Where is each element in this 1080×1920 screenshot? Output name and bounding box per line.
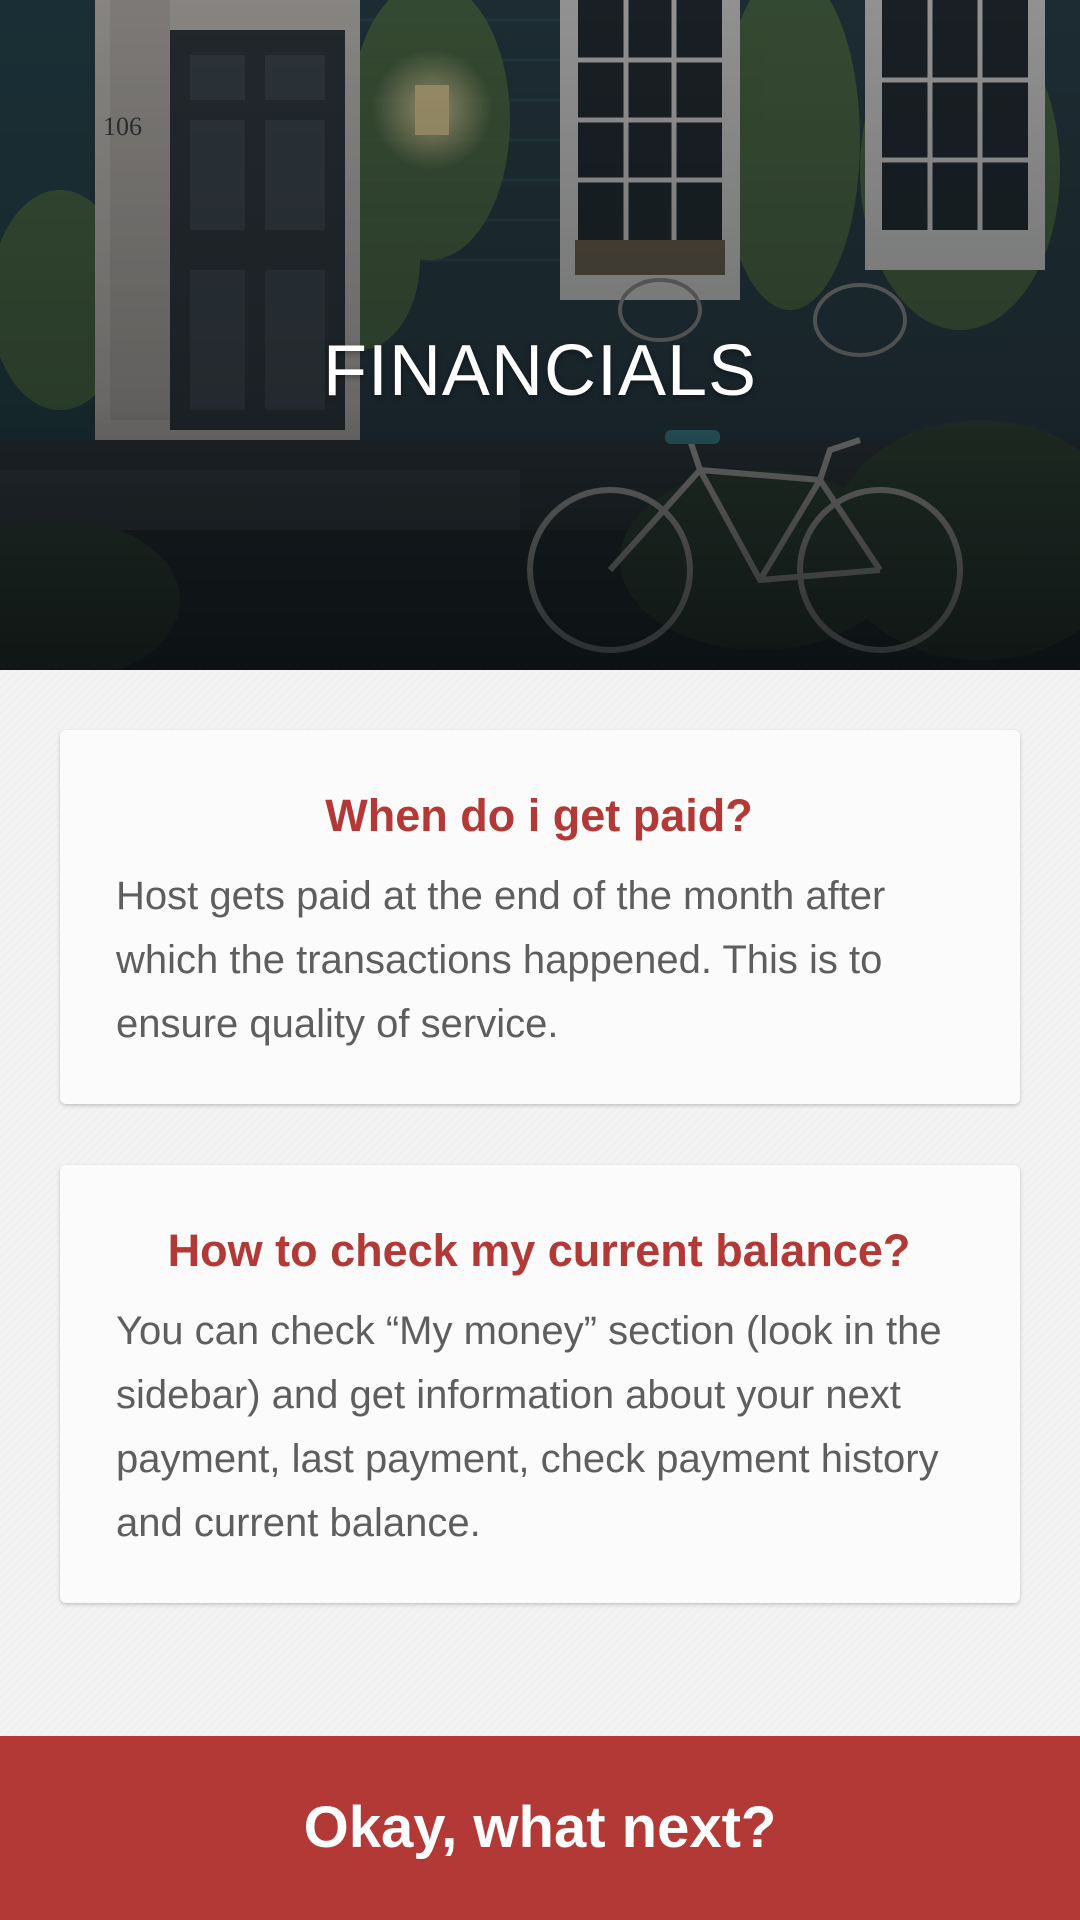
faq-question: How to check my current balance? — [167, 1225, 911, 1276]
faq-answer: You can check “My money” section (look i… — [116, 1309, 942, 1545]
faq-answer: Host gets paid at the end of the month a… — [116, 874, 886, 1046]
faq-question: When do i get paid? — [325, 790, 753, 841]
next-button[interactable]: Okay, what next? — [0, 1736, 1080, 1920]
hero-banner: 106 — [0, 0, 1080, 670]
faq-card-balance: How to check my current balance? You can… — [60, 1165, 1020, 1603]
financials-screen: 106 — [0, 0, 1080, 1920]
page-title: FINANCIALS — [322, 331, 758, 411]
faq-card-payday: When do i get paid? Host gets paid at th… — [60, 730, 1020, 1104]
